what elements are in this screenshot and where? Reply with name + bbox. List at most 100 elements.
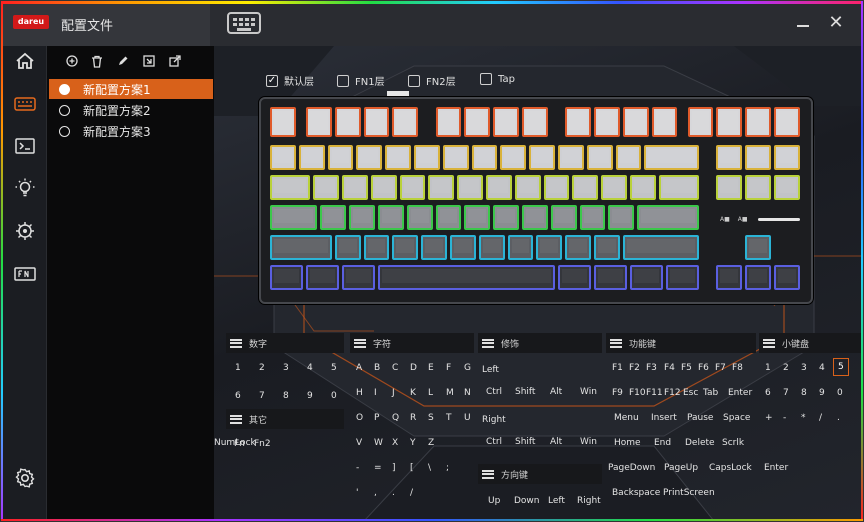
profile-item[interactable]: 新配置方案1: [49, 79, 213, 99]
category-header[interactable]: 其它: [226, 409, 344, 429]
key-option[interactable]: Enter: [764, 462, 788, 474]
keyboard-key[interactable]: [579, 205, 606, 230]
keyboard-key[interactable]: [745, 145, 771, 170]
keyboard-key[interactable]: [298, 145, 325, 170]
keyboard-key[interactable]: [594, 107, 620, 137]
keyboard-key[interactable]: [644, 145, 699, 170]
key-option[interactable]: 5: [331, 362, 337, 374]
key-option[interactable]: PrintScreen: [663, 487, 715, 499]
key-option[interactable]: 0: [837, 387, 843, 399]
key-option[interactable]: 6: [235, 390, 241, 402]
key-option[interactable]: F3: [646, 362, 657, 374]
key-option[interactable]: /: [819, 412, 822, 424]
key-option[interactable]: L: [428, 387, 433, 399]
key-option[interactable]: Ctrl: [486, 386, 502, 398]
key-option[interactable]: H: [356, 387, 363, 399]
keyboard-key[interactable]: [716, 107, 743, 137]
keyboard-key[interactable]: [774, 265, 800, 290]
key-option[interactable]: Pause: [687, 412, 713, 424]
keyboard-key[interactable]: [442, 145, 469, 170]
keyboard-key[interactable]: [594, 265, 627, 290]
category-header[interactable]: 修饰: [478, 333, 602, 353]
keyboard-key[interactable]: [529, 145, 555, 170]
keyboard-key[interactable]: [270, 175, 311, 200]
key-option[interactable]: Left: [548, 495, 565, 507]
add-icon[interactable]: [65, 54, 79, 68]
key-option[interactable]: 2: [783, 362, 789, 374]
key-option[interactable]: C: [392, 362, 398, 374]
layer-option[interactable]: Tap: [480, 73, 515, 85]
key-option[interactable]: F5: [681, 362, 692, 374]
keyboard-key[interactable]: [320, 205, 347, 230]
keyboard-key[interactable]: [774, 175, 800, 200]
key-option[interactable]: Menu: [614, 412, 639, 424]
key-option[interactable]: 9: [307, 390, 313, 402]
keyboard-key[interactable]: [270, 265, 303, 290]
keyboard-key[interactable]: [406, 205, 433, 230]
keyboard-key[interactable]: [745, 175, 771, 200]
keyboard-key[interactable]: [745, 107, 771, 137]
keyboard-tab-icon[interactable]: [227, 12, 261, 34]
keyboard-key[interactable]: [687, 107, 714, 137]
key-option[interactable]: Esc: [683, 387, 698, 399]
key-option[interactable]: .: [392, 487, 395, 499]
keyboard-key[interactable]: [392, 107, 419, 137]
key-option[interactable]: 1: [235, 362, 241, 374]
keyboard-key[interactable]: [342, 265, 375, 290]
key-option[interactable]: Win: [580, 386, 597, 398]
category-header[interactable]: 数字: [226, 333, 344, 353]
keyboard-key[interactable]: [500, 145, 527, 170]
key-option[interactable]: Shift: [515, 436, 535, 448]
key-option[interactable]: O: [356, 412, 363, 424]
key-option[interactable]: 2: [259, 362, 265, 374]
keyboard-key[interactable]: [565, 107, 591, 137]
key-option[interactable]: Right: [577, 495, 601, 507]
key-option[interactable]: F6: [698, 362, 709, 374]
key-option[interactable]: N: [464, 387, 471, 399]
keyboard-key[interactable]: [622, 107, 649, 137]
keyboard-key[interactable]: [630, 175, 656, 200]
keyboard-key[interactable]: [414, 145, 440, 170]
keyboard-key[interactable]: [716, 145, 743, 170]
layer-option[interactable]: FN1层: [337, 73, 385, 88]
keyboard-key[interactable]: [630, 265, 663, 290]
keyboard-key[interactable]: [608, 205, 635, 230]
key-option[interactable]: 7: [259, 390, 265, 402]
edit-icon[interactable]: [116, 54, 130, 68]
light-icon[interactable]: [12, 177, 38, 199]
keyboard-key[interactable]: [543, 175, 570, 200]
key-option[interactable]: F7: [715, 362, 726, 374]
keyboard-key[interactable]: [651, 107, 678, 137]
key-option[interactable]: Left: [482, 364, 499, 376]
keyboard-key[interactable]: [536, 235, 563, 260]
keyboard-key[interactable]: [565, 235, 591, 260]
key-option[interactable]: 0: [331, 390, 337, 402]
key-option[interactable]: F12: [664, 387, 681, 399]
key-option[interactable]: G: [464, 362, 471, 374]
key-option[interactable]: Right: [482, 414, 506, 426]
key-option[interactable]: F1: [612, 362, 623, 374]
key-option[interactable]: Scrlk: [722, 437, 744, 449]
category-header[interactable]: 小键盘: [759, 333, 861, 353]
keyboard-key[interactable]: [450, 235, 476, 260]
key-option[interactable]: Home: [614, 437, 641, 449]
key-option[interactable]: B: [374, 362, 380, 374]
key-option[interactable]: 3: [283, 362, 289, 374]
key-option[interactable]: Delete: [685, 437, 715, 449]
key-option[interactable]: F8: [732, 362, 743, 374]
key-option[interactable]: Q: [392, 412, 399, 424]
keyboard-key[interactable]: [594, 235, 620, 260]
key-option[interactable]: /: [410, 487, 413, 499]
keyboard-key[interactable]: [522, 107, 548, 137]
settings-icon[interactable]: [12, 467, 38, 489]
key-option[interactable]: U: [464, 412, 471, 424]
keyboard-key[interactable]: [774, 107, 800, 137]
keyboard-key[interactable]: [363, 107, 390, 137]
keyboard-key[interactable]: [270, 107, 296, 137]
key-option[interactable]: F4: [664, 362, 675, 374]
key-option[interactable]: J: [392, 387, 395, 399]
layer-checkbox[interactable]: ✓: [266, 74, 278, 87]
key-option[interactable]: Y: [410, 437, 416, 449]
keyboard-key[interactable]: [363, 235, 390, 260]
keyboard-key[interactable]: [306, 107, 332, 137]
